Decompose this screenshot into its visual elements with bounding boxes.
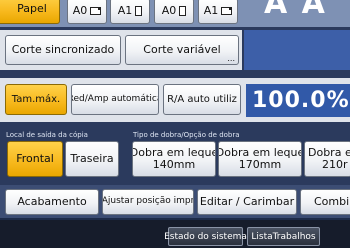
- front-output-label: Frontal: [16, 151, 54, 165]
- variable-cut-label: Corte variável: [143, 42, 221, 56]
- paper-size-label: A0: [161, 3, 177, 17]
- adjust-print-position-label: Ajustar posição impr: [102, 196, 194, 207]
- job-list-button[interactable]: ListaTrabalhos: [247, 227, 320, 246]
- paper-label: Papel: [17, 1, 47, 15]
- finishing-label: Acabamento: [17, 194, 87, 208]
- rear-output-label: Traseira: [70, 151, 114, 165]
- auto-reduce-enlarge-button[interactable]: Red/Amp automática: [71, 84, 159, 115]
- combine-label: Combin: [314, 194, 350, 208]
- paper-a0-landscape-button[interactable]: A0: [67, 0, 107, 24]
- system-status-button[interactable]: Estado do sistema: [164, 227, 247, 246]
- landscape-paper-icon: [221, 7, 233, 15]
- fold-170mm-button[interactable]: Dobra em leque 170mm: [218, 141, 302, 177]
- ratio-value: 100.0%: [252, 88, 350, 113]
- fold-option-line2: 140mm: [152, 158, 196, 171]
- landscape-paper-icon: [90, 7, 102, 15]
- paper-size-label: A1: [203, 3, 219, 17]
- finishing-button[interactable]: Acabamento: [5, 189, 99, 215]
- paper-button[interactable]: Papel: [0, 0, 60, 24]
- edit-stamp-button[interactable]: Editar / Carimbar: [197, 189, 297, 215]
- user-auto-ra-button[interactable]: R/A auto utiliz: [163, 84, 241, 115]
- auto-reduce-enlarge-label: Red/Amp automática: [71, 93, 159, 104]
- paper-size-display: A A: [264, 0, 327, 21]
- system-status-label: Estado do sistema: [164, 231, 247, 242]
- max-size-label: Tam.máx.: [11, 94, 61, 105]
- edit-stamp-label: Editar / Carimbar: [199, 194, 295, 208]
- variable-cut-button[interactable]: Corte variável ...: [125, 35, 239, 65]
- fold-210mm-button[interactable]: Dobra e 210r: [304, 141, 350, 177]
- sync-cut-label: Corte sincronizado: [11, 42, 115, 56]
- fold-option-line2: 210r: [322, 158, 348, 171]
- fold-140mm-button[interactable]: Dobra em leque 140mm: [132, 141, 216, 177]
- sync-cut-button[interactable]: Corte sincronizado: [5, 35, 121, 65]
- paper-size-label: A1: [117, 3, 133, 17]
- paper-size-label: A0: [72, 3, 88, 17]
- ratio-display: 100.0%: [246, 84, 350, 117]
- fold-option-line2: 170mm: [238, 158, 282, 171]
- front-output-button[interactable]: Frontal: [7, 141, 63, 177]
- more-options-icon: ...: [227, 54, 235, 64]
- fold-group-label: Tipo de dobra/Opção de dobra: [133, 131, 240, 139]
- portrait-paper-icon: [179, 6, 187, 16]
- combine-button[interactable]: Combin: [300, 189, 350, 215]
- portrait-paper-icon: [135, 6, 143, 16]
- user-auto-ra-label: R/A auto utiliz: [167, 94, 237, 105]
- adjust-print-position-button[interactable]: Ajustar posição impr: [102, 189, 194, 215]
- paper-a0-portrait-button[interactable]: A0: [154, 0, 194, 24]
- output-group-label: Local de saída da cópia: [6, 131, 88, 139]
- job-list-label: ListaTrabalhos: [251, 231, 316, 242]
- blank-area: [244, 30, 350, 70]
- paper-a1-portrait-button[interactable]: A1: [110, 0, 150, 24]
- paper-a1-landscape-button[interactable]: A1: [198, 0, 238, 24]
- rear-output-button[interactable]: Traseira: [65, 141, 119, 177]
- max-size-button[interactable]: Tam.máx.: [5, 84, 67, 115]
